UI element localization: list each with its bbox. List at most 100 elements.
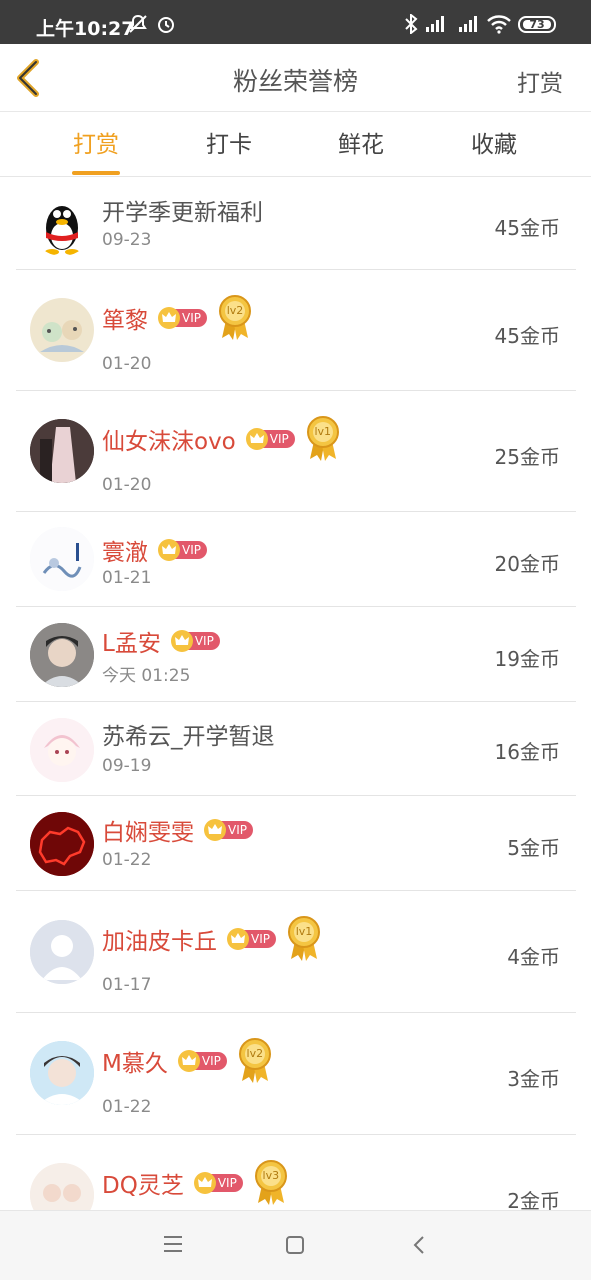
reward-date: 01-20 (102, 475, 152, 495)
tab-checkin[interactable]: 打卡 (169, 113, 289, 177)
name-line: 箪黎 VIP lv2 (102, 295, 253, 340)
avatar (30, 527, 94, 591)
active-tab-indicator (72, 171, 120, 175)
list-item[interactable]: DQ灵芝 VIP lv3 2金币 (16, 1135, 576, 1210)
list-item[interactable]: 白娴雯雯 VIP 01-22 5金币 (16, 796, 576, 891)
tab-flowers[interactable]: 鲜花 (301, 113, 421, 177)
crown-icon (204, 819, 226, 841)
vip-badge: VIP (227, 928, 276, 950)
wifi-icon (486, 14, 512, 38)
coin-amount: 4金币 (507, 945, 560, 969)
crown-icon (193, 1172, 216, 1194)
reward-button[interactable]: 打赏 (517, 64, 563, 98)
user-name: 开学季更新福利 (102, 200, 263, 226)
coin-amount: 45金币 (494, 216, 560, 240)
back-nav-icon[interactable] (412, 1235, 426, 1259)
alarm-icon (156, 14, 176, 38)
coin-amount: 16金币 (494, 740, 560, 764)
tab-favorites[interactable]: 收藏 (434, 113, 554, 177)
vip-badge: VIP (204, 819, 253, 841)
name-line: 仙女沫沫ovo VIP lv1 (102, 416, 341, 461)
list-item[interactable]: L孟安 VIP 今天 01:25 19金币 (16, 607, 576, 702)
list-item[interactable]: M慕久 VIP lv2 01-22 3金币 (16, 1013, 576, 1135)
reward-date: 今天 01:25 (102, 666, 191, 686)
coin-amount: 25金币 (494, 445, 560, 469)
medal-level: lv1 (295, 925, 313, 938)
medal-level: lv1 (314, 425, 332, 438)
avatar (30, 718, 94, 782)
user-name: L孟安 (102, 631, 161, 657)
tab-bar: 打赏 打卡 鲜花 收藏 (0, 113, 591, 177)
list-item[interactable]: 加油皮卡丘 VIP lv1 01-17 4金币 (16, 891, 576, 1013)
user-name: 寰澈 (102, 540, 148, 566)
fan-list: 开学季更新福利 09-23 45金币 箪黎 VIP lv2 01-20 45金币 (0, 178, 591, 1210)
reward-date: 09-19 (102, 756, 152, 776)
reward-date: 01-22 (102, 1097, 152, 1117)
avatar (30, 419, 94, 483)
user-name: M慕久 (102, 1051, 168, 1077)
name-line: 苏希云_开学暂退 (102, 716, 275, 752)
avatar (30, 298, 94, 362)
user-name: DQ灵芝 (102, 1173, 184, 1199)
avatar (30, 812, 94, 876)
crown-icon (158, 539, 180, 561)
medal-level: lv2 (246, 1047, 264, 1060)
tab-reward[interactable]: 打赏 (36, 113, 156, 177)
home-icon[interactable] (286, 1236, 304, 1258)
list-item[interactable]: 苏希云_开学暂退 09-19 16金币 (16, 702, 576, 796)
crown-icon (158, 307, 180, 329)
name-line: L孟安 VIP (102, 623, 220, 659)
vip-badge: VIP (193, 1172, 243, 1194)
medal-level: lv2 (226, 304, 244, 317)
coin-amount: 20金币 (494, 552, 560, 576)
mute-icon (128, 14, 148, 38)
coin-amount: 19金币 (494, 647, 560, 671)
status-bar: 上午10:27 73 (0, 0, 591, 44)
user-name: 仙女沫沫ovo (102, 429, 236, 455)
user-name: 白娴雯雯 (102, 820, 194, 846)
list-item[interactable]: 开学季更新福利 09-23 45金币 (16, 178, 576, 270)
vip-badge: VIP (158, 307, 207, 329)
crown-icon (245, 428, 268, 450)
coin-amount: 45金币 (494, 324, 560, 348)
navbar: 粉丝荣誉榜 打赏 (0, 44, 591, 112)
name-line: 加油皮卡丘 VIP lv1 (102, 916, 322, 961)
reward-date: 01-20 (102, 354, 152, 374)
reward-date: 01-21 (102, 568, 152, 588)
name-line: 寰澈 VIP (102, 532, 207, 568)
coin-amount: 5金币 (507, 836, 560, 860)
user-name: 箪黎 (102, 308, 148, 334)
crown-icon (170, 630, 193, 652)
list-item[interactable]: 仙女沫沫ovo VIP lv1 01-20 25金币 (16, 391, 576, 512)
crown-icon (177, 1050, 200, 1072)
vip-badge: VIP (245, 428, 295, 450)
signal-icon (426, 14, 450, 36)
signal-hd-icon (455, 14, 481, 36)
name-line: 开学季更新福利 (102, 192, 263, 228)
name-line: DQ灵芝 VIP lv3 (102, 1160, 289, 1205)
user-name: 苏希云_开学暂退 (102, 724, 275, 750)
status-time: 上午10:27 (36, 18, 135, 40)
reward-date: 01-22 (102, 850, 152, 870)
system-nav-bar (0, 1210, 591, 1280)
bluetooth-icon (404, 12, 418, 38)
reward-date: 01-17 (102, 975, 152, 995)
user-name: 加油皮卡丘 (102, 929, 217, 955)
avatar (30, 1041, 94, 1105)
battery-icon: 73 (518, 16, 556, 33)
list-item[interactable]: 寰澈 VIP 01-21 20金币 (16, 512, 576, 607)
level-medal-icon: lv2 (217, 294, 253, 342)
name-line: 白娴雯雯 VIP (102, 812, 253, 848)
coin-amount: 2金币 (507, 1189, 560, 1210)
vip-badge: VIP (170, 630, 220, 652)
avatar (30, 1163, 94, 1210)
list-item[interactable]: 箪黎 VIP lv2 01-20 45金币 (16, 270, 576, 391)
reward-date: 09-23 (102, 230, 152, 250)
name-line: M慕久 VIP lv2 (102, 1038, 273, 1083)
menu-icon[interactable] (163, 1235, 183, 1257)
crown-icon (227, 928, 249, 950)
vip-badge: VIP (177, 1050, 227, 1072)
avatar (30, 192, 94, 256)
level-medal-icon: lv1 (305, 415, 341, 463)
level-medal-icon: lv3 (253, 1159, 289, 1207)
